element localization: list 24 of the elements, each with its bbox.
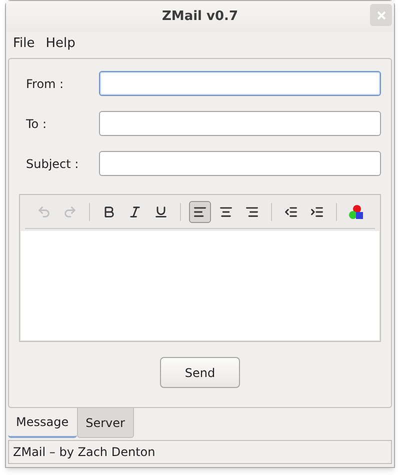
input-field[interactable] [99,111,381,136]
input-field[interactable] [99,151,381,176]
outdent-icon [284,204,298,218]
align-center-icon [219,204,234,218]
tab[interactable]: Server [76,408,134,438]
align-right-icon [245,204,260,218]
underline-icon [154,204,168,218]
indent-icon [310,204,324,218]
menu-item[interactable]: File [13,34,35,54]
menu-item[interactable]: Help [46,34,76,54]
align-left-button[interactable] [188,200,211,222]
color-icon [348,204,364,220]
align-left-icon [192,204,207,218]
window-title: ZMail v0.7 [162,8,238,26]
italic-icon [128,204,142,218]
status-text: ZMail – by Zach Denton [13,444,156,461]
field-label: Subject : [25,156,80,172]
field-label: From : [25,76,65,92]
redo-icon [63,204,78,218]
field-label: To : [25,116,48,132]
undo-icon [37,204,52,218]
input-field[interactable] [99,71,381,96]
send-button[interactable]: Send [160,357,240,388]
close-icon [376,10,386,20]
